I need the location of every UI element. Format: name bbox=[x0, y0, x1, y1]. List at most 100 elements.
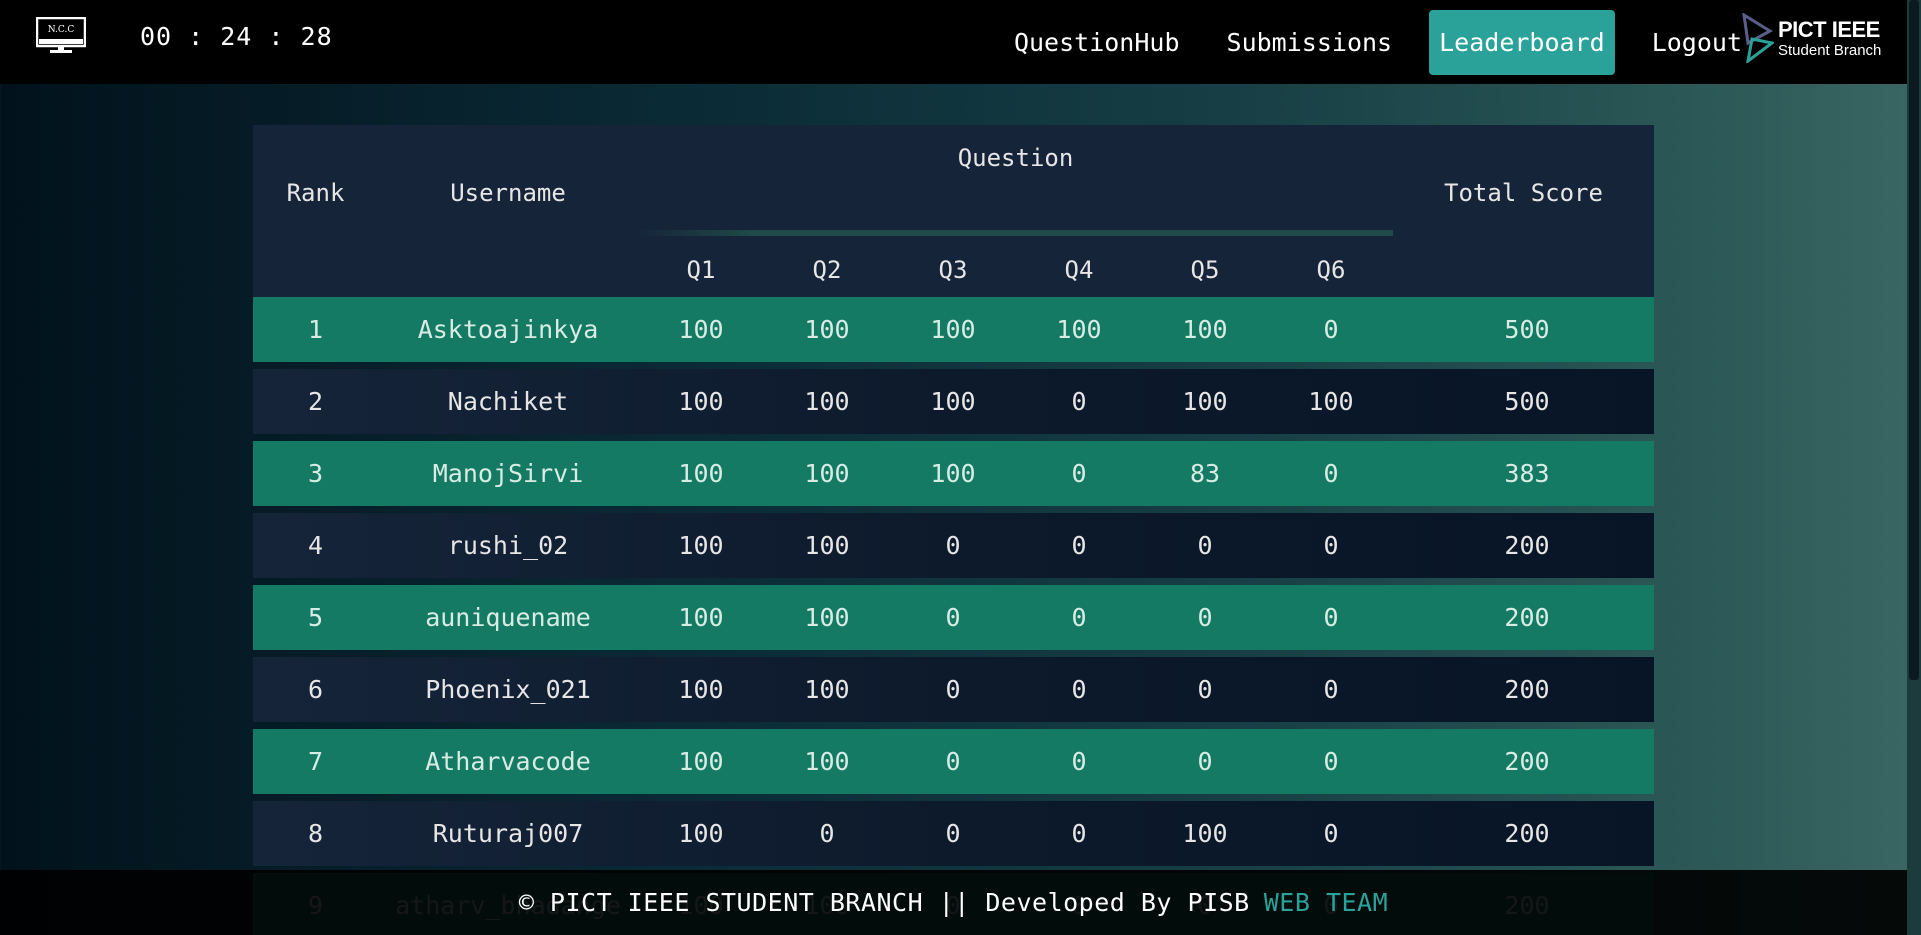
total-score-cell: 500 bbox=[1504, 315, 1550, 344]
total-score-cell: 200 bbox=[1504, 819, 1550, 848]
total-score-cell: 200 bbox=[1504, 747, 1550, 776]
q4-score-cell: 0 bbox=[1071, 387, 1087, 416]
header-q6: Q6 bbox=[1316, 256, 1346, 284]
q3-score-cell: 0 bbox=[945, 603, 961, 632]
ieee-triangle-icon bbox=[1742, 13, 1774, 63]
rank-cell: 7 bbox=[307, 747, 324, 776]
rank-cell: 5 bbox=[307, 603, 324, 632]
brand-subtitle: Student Branch bbox=[1778, 41, 1882, 59]
q6-score-cell: 0 bbox=[1323, 819, 1339, 848]
countdown-timer: 00 : 24 : 28 bbox=[140, 22, 333, 51]
leaderboard-row: 4 rushi_02 100 100 0 0 0 0 200 bbox=[253, 513, 1654, 578]
q5-score-cell: 0 bbox=[1197, 603, 1213, 632]
username-cell: Atharvacode bbox=[425, 747, 591, 776]
q2-score-cell: 100 bbox=[804, 675, 850, 704]
q5-score-cell: 83 bbox=[1189, 459, 1221, 488]
total-score-cell: 383 bbox=[1504, 459, 1550, 488]
rank-cell: 1 bbox=[307, 315, 324, 344]
header-rank: Rank bbox=[286, 179, 345, 207]
username-cell: Phoenix_021 bbox=[425, 675, 591, 704]
leaderboard-table: Rank Username Question Total Score Q1 Q2… bbox=[253, 125, 1654, 935]
q3-score-cell: 0 bbox=[945, 675, 961, 704]
q4-score-cell: 100 bbox=[1056, 315, 1102, 344]
nav-questionhub[interactable]: QuestionHub bbox=[1004, 16, 1190, 69]
leaderboard-row: 2 Nachiket 100 100 100 0 100 100 500 bbox=[253, 369, 1654, 434]
total-score-cell: 200 bbox=[1504, 603, 1550, 632]
header-username: Username bbox=[450, 179, 566, 207]
leaderboard-row: 6 Phoenix_021 100 100 0 0 0 0 200 bbox=[253, 657, 1654, 722]
brand-title: PICT IEEE bbox=[1778, 16, 1880, 42]
header-question: Question bbox=[957, 144, 1074, 172]
q4-score-cell: 0 bbox=[1071, 675, 1087, 704]
total-score-cell: 500 bbox=[1504, 387, 1550, 416]
nav-submissions[interactable]: Submissions bbox=[1217, 16, 1403, 69]
q1-score-cell: 100 bbox=[678, 387, 724, 416]
rank-cell: 8 bbox=[307, 819, 324, 848]
rank-cell: 2 bbox=[307, 387, 324, 416]
q6-score-cell: 0 bbox=[1323, 459, 1339, 488]
top-navbar: N.C.C 00 : 24 : 28 QuestionHub Submissio… bbox=[0, 0, 1907, 84]
header-total-score: Total Score bbox=[1444, 179, 1603, 207]
q1-score-cell: 100 bbox=[678, 819, 724, 848]
q2-score-cell: 100 bbox=[804, 531, 850, 560]
q1-score-cell: 100 bbox=[678, 603, 724, 632]
q3-score-cell: 0 bbox=[945, 531, 961, 560]
nav-leaderboard[interactable]: Leaderboard bbox=[1429, 9, 1615, 75]
q3-score-cell: 0 bbox=[945, 819, 961, 848]
q6-score-cell: 0 bbox=[1323, 315, 1339, 344]
header-q4: Q4 bbox=[1064, 256, 1094, 284]
username-cell: rushi_02 bbox=[447, 531, 569, 560]
q1-score-cell: 100 bbox=[678, 675, 724, 704]
page-scrollbar-thumb[interactable] bbox=[1909, 0, 1919, 680]
q6-score-cell: 0 bbox=[1323, 747, 1339, 776]
q4-score-cell: 0 bbox=[1071, 819, 1087, 848]
q3-score-cell: 100 bbox=[930, 387, 976, 416]
ncc-monitor-logo[interactable]: N.C.C bbox=[35, 16, 87, 55]
q1-score-cell: 100 bbox=[678, 531, 724, 560]
footer: © PICT IEEE STUDENT BRANCH || Developed … bbox=[0, 870, 1907, 935]
nav-logout[interactable]: Logout bbox=[1642, 16, 1752, 69]
total-score-cell: 200 bbox=[1504, 675, 1550, 704]
username-cell: auniquename bbox=[425, 603, 591, 632]
q3-score-cell: 100 bbox=[930, 315, 976, 344]
leaderboard-rows: 1 Asktoajinkya 100 100 100 100 100 0 500 2 Nachike… bbox=[253, 297, 1654, 935]
q1-score-cell: 100 bbox=[678, 315, 724, 344]
header-q5: Q5 bbox=[1190, 256, 1220, 284]
footer-text: © PICT IEEE STUDENT BRANCH || Developed … bbox=[518, 888, 1250, 917]
leaderboard-row: 7 Atharvacode 100 100 0 0 0 0 200 bbox=[253, 729, 1654, 794]
q5-score-cell: 100 bbox=[1182, 819, 1228, 848]
q1-score-cell: 100 bbox=[678, 747, 724, 776]
svg-text:N.C.C: N.C.C bbox=[48, 25, 75, 35]
q1-score-cell: 100 bbox=[678, 459, 724, 488]
total-score-cell: 200 bbox=[1504, 531, 1550, 560]
leaderboard-row: 3 ManojSirvi 100 100 100 0 83 0 383 bbox=[253, 441, 1654, 506]
header-q1: Q1 bbox=[686, 256, 716, 284]
pict-ieee-logo[interactable]: PICT IEEE Student Branch bbox=[1742, 12, 1887, 64]
q4-score-cell: 0 bbox=[1071, 747, 1087, 776]
leaderboard-row: 8 Ruturaj007 100 0 0 0 100 0 200 bbox=[253, 801, 1654, 866]
rank-cell: 3 bbox=[307, 459, 324, 488]
footer-web-team-link[interactable]: WEB TEAM bbox=[1264, 888, 1388, 917]
q2-score-cell: 100 bbox=[804, 747, 850, 776]
q6-score-cell: 0 bbox=[1323, 531, 1339, 560]
q6-score-cell: 0 bbox=[1323, 675, 1339, 704]
question-divider bbox=[638, 230, 1393, 236]
username-cell: Nachiket bbox=[447, 387, 569, 416]
q3-score-cell: 100 bbox=[930, 459, 976, 488]
q2-score-cell: 100 bbox=[804, 387, 850, 416]
nav-links: QuestionHub Submissions Leaderboard Logo… bbox=[977, 0, 1752, 84]
q5-score-cell: 0 bbox=[1197, 675, 1213, 704]
q5-score-cell: 100 bbox=[1182, 315, 1228, 344]
leaderboard-header: Rank Username Question Total Score Q1 Q2… bbox=[253, 125, 1654, 297]
q2-score-cell: 100 bbox=[804, 603, 850, 632]
header-q2: Q2 bbox=[812, 256, 842, 284]
q4-score-cell: 0 bbox=[1071, 603, 1087, 632]
q6-score-cell: 0 bbox=[1323, 603, 1339, 632]
q6-score-cell: 100 bbox=[1308, 387, 1354, 416]
q4-score-cell: 0 bbox=[1071, 531, 1087, 560]
username-cell: Ruturaj007 bbox=[432, 819, 584, 848]
q4-score-cell: 0 bbox=[1071, 459, 1087, 488]
leaderboard-row: 5 auniquename 100 100 0 0 0 0 200 bbox=[253, 585, 1654, 650]
leaderboard-row: 1 Asktoajinkya 100 100 100 100 100 0 500 bbox=[253, 297, 1654, 362]
q5-score-cell: 0 bbox=[1197, 531, 1213, 560]
